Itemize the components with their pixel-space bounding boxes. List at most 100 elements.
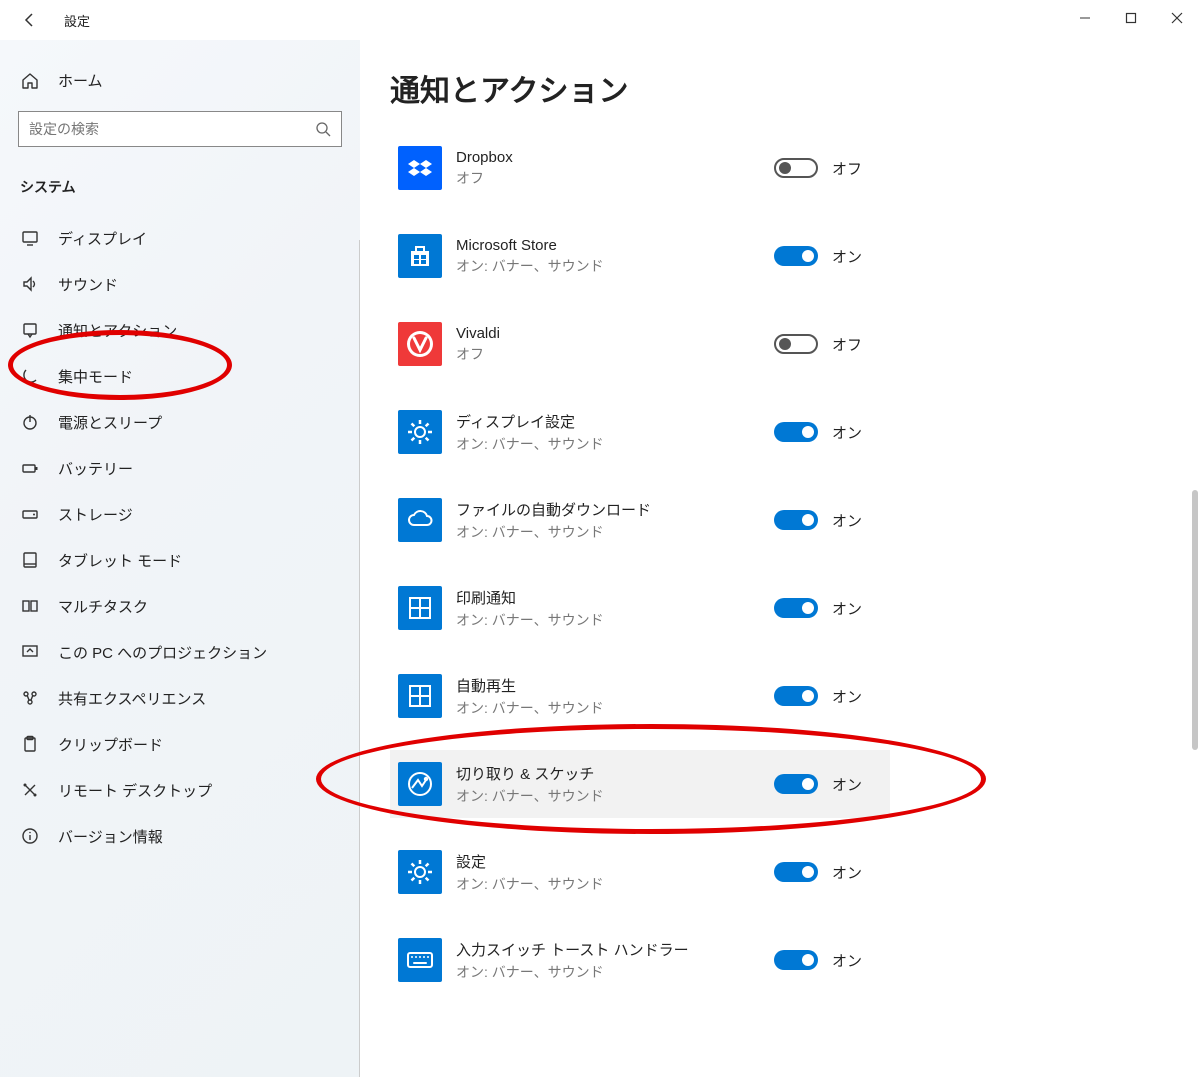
nav-item-label: リモート デスクトップ bbox=[58, 780, 212, 801]
nav-item-label: 共有エクスペリエンス bbox=[58, 688, 206, 709]
toggle-switch[interactable] bbox=[774, 246, 818, 266]
home-label: ホーム bbox=[58, 70, 103, 91]
app-name: ファイルの自動ダウンロード bbox=[456, 499, 774, 520]
toggle-switch[interactable] bbox=[774, 774, 818, 794]
app-name: 設定 bbox=[456, 851, 774, 872]
app-status: オフ bbox=[456, 168, 774, 188]
search-input[interactable] bbox=[29, 121, 315, 137]
toggle-wrap: オン bbox=[774, 686, 862, 707]
nav-item-focus[interactable]: 集中モード bbox=[18, 353, 342, 399]
app-status: オン: バナー、サウンド bbox=[456, 434, 774, 454]
nav-item-label: クリップボード bbox=[58, 734, 163, 755]
titlebar: 設定 bbox=[0, 0, 1200, 40]
clipboard-icon bbox=[20, 734, 40, 754]
toggle-label: オン bbox=[832, 774, 862, 795]
close-button[interactable] bbox=[1154, 0, 1200, 36]
store-app-icon bbox=[398, 234, 442, 278]
nav-item-power[interactable]: 電源とスリープ bbox=[18, 399, 342, 445]
app-row[interactable]: 切り取り & スケッチ オン: バナー、サウンド オン bbox=[390, 750, 890, 818]
multitask-icon bbox=[20, 596, 40, 616]
back-button[interactable] bbox=[18, 8, 42, 32]
app-row[interactable]: 印刷通知 オン: バナー、サウンド オン bbox=[390, 574, 890, 642]
toggle-switch[interactable] bbox=[774, 950, 818, 970]
nav-item-label: 通知とアクション bbox=[58, 320, 177, 341]
nav-item-label: バッテリー bbox=[58, 458, 133, 479]
nav-item-label: ディスプレイ bbox=[58, 228, 147, 249]
search-box[interactable] bbox=[18, 111, 342, 147]
nav-item-clipboard[interactable]: クリップボード bbox=[18, 721, 342, 767]
toggle-label: オン bbox=[832, 422, 862, 443]
nav-list: ディスプレイサウンド通知とアクション集中モード電源とスリープバッテリーストレージ… bbox=[18, 215, 342, 859]
grid-app-icon bbox=[398, 586, 442, 630]
app-row[interactable]: 設定 オン: バナー、サウンド オン bbox=[390, 838, 890, 906]
share-icon bbox=[20, 688, 40, 708]
nav-item-tablet[interactable]: タブレット モード bbox=[18, 537, 342, 583]
home-link[interactable]: ホーム bbox=[20, 70, 340, 91]
app-text: Dropbox オフ bbox=[456, 149, 774, 188]
app-text: ファイルの自動ダウンロード オン: バナー、サウンド bbox=[456, 499, 774, 542]
nav-item-remote[interactable]: リモート デスクトップ bbox=[18, 767, 342, 813]
app-name: 自動再生 bbox=[456, 675, 774, 696]
nav-item-display[interactable]: ディスプレイ bbox=[18, 215, 342, 261]
app-text: 自動再生 オン: バナー、サウンド bbox=[456, 675, 774, 718]
window-controls bbox=[1062, 0, 1200, 36]
toggle-label: オフ bbox=[832, 334, 862, 355]
toggle-label: オン bbox=[832, 686, 862, 707]
storage-icon bbox=[20, 504, 40, 524]
app-name: ディスプレイ設定 bbox=[456, 411, 774, 432]
app-row[interactable]: Vivaldi オフ オフ bbox=[390, 310, 890, 378]
nav-item-sound[interactable]: サウンド bbox=[18, 261, 342, 307]
toggle-switch[interactable] bbox=[774, 422, 818, 442]
toggle-wrap: オン bbox=[774, 510, 862, 531]
vivaldi-app-icon bbox=[398, 322, 442, 366]
minimize-button[interactable] bbox=[1062, 0, 1108, 36]
app-name: Vivaldi bbox=[456, 325, 774, 342]
app-row[interactable]: 自動再生 オン: バナー、サウンド オン bbox=[390, 662, 890, 730]
scrollbar-thumb[interactable] bbox=[1192, 490, 1198, 750]
nav-item-notification[interactable]: 通知とアクション bbox=[18, 307, 342, 353]
app-text: 印刷通知 オン: バナー、サウンド bbox=[456, 587, 774, 630]
toggle-switch[interactable] bbox=[774, 510, 818, 530]
app-text: Microsoft Store オン: バナー、サウンド bbox=[456, 237, 774, 276]
main-content: 通知とアクション Dropbox オフ オフ Microsoft Store オ… bbox=[360, 40, 1200, 1077]
nav-item-label: 電源とスリープ bbox=[58, 412, 162, 433]
app-name: 印刷通知 bbox=[456, 587, 774, 608]
toggle-label: オン bbox=[832, 950, 862, 971]
keyboard-app-icon bbox=[398, 938, 442, 982]
app-name: 入力スイッチ トースト ハンドラー bbox=[456, 939, 774, 960]
maximize-button[interactable] bbox=[1108, 0, 1154, 36]
toggle-switch[interactable] bbox=[774, 158, 818, 178]
app-status: オン: バナー、サウンド bbox=[456, 698, 774, 718]
app-status: オン: バナー、サウンド bbox=[456, 610, 774, 630]
cloud-app-icon bbox=[398, 498, 442, 542]
nav-item-battery[interactable]: バッテリー bbox=[18, 445, 342, 491]
notification-icon bbox=[20, 320, 40, 340]
app-row[interactable]: Dropbox オフ オフ bbox=[390, 134, 890, 202]
nav-item-share[interactable]: 共有エクスペリエンス bbox=[18, 675, 342, 721]
app-name: 切り取り & スケッチ bbox=[456, 763, 774, 784]
nav-item-storage[interactable]: ストレージ bbox=[18, 491, 342, 537]
gear-app-icon bbox=[398, 850, 442, 894]
app-row[interactable]: ファイルの自動ダウンロード オン: バナー、サウンド オン bbox=[390, 486, 890, 554]
app-row[interactable]: 入力スイッチ トースト ハンドラー オン: バナー、サウンド オン bbox=[390, 926, 890, 994]
grid-app-icon bbox=[398, 674, 442, 718]
toggle-wrap: オフ bbox=[774, 334, 862, 355]
toggle-switch[interactable] bbox=[774, 862, 818, 882]
nav-item-multitask[interactable]: マルチタスク bbox=[18, 583, 342, 629]
toggle-wrap: オン bbox=[774, 422, 862, 443]
nav-item-project[interactable]: この PC へのプロジェクション bbox=[18, 629, 342, 675]
toggle-switch[interactable] bbox=[774, 598, 818, 618]
app-row[interactable]: ディスプレイ設定 オン: バナー、サウンド オン bbox=[390, 398, 890, 466]
section-title: システム bbox=[20, 177, 340, 197]
app-status: オフ bbox=[456, 344, 774, 364]
gear-app-icon bbox=[398, 410, 442, 454]
display-icon bbox=[20, 228, 40, 248]
nav-item-about[interactable]: バージョン情報 bbox=[18, 813, 342, 859]
toggle-wrap: オン bbox=[774, 774, 862, 795]
app-row[interactable]: Microsoft Store オン: バナー、サウンド オン bbox=[390, 222, 890, 290]
toggle-switch[interactable] bbox=[774, 334, 818, 354]
home-icon bbox=[20, 71, 40, 91]
toggle-label: オン bbox=[832, 862, 862, 883]
toggle-label: オフ bbox=[832, 158, 862, 179]
toggle-switch[interactable] bbox=[774, 686, 818, 706]
